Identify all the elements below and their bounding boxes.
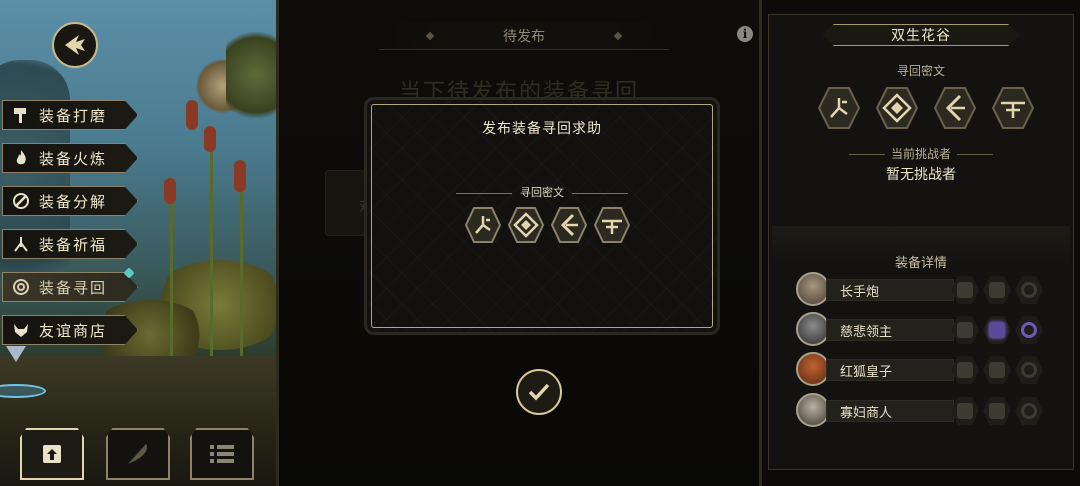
cipher-section-label: 寻回密文 bbox=[896, 64, 945, 78]
tab-publish[interactable] bbox=[20, 428, 84, 480]
plant-pod bbox=[234, 160, 246, 192]
weapon-slot-icon[interactable] bbox=[951, 316, 979, 344]
menu-item-label: 装备火炼 bbox=[39, 149, 108, 168]
confirm-button[interactable] bbox=[516, 369, 562, 415]
dialog-title: 发布装备寻回求助 bbox=[482, 121, 602, 137]
disassemble-icon bbox=[3, 192, 39, 210]
hero-row[interactable]: 寡妇商人 bbox=[796, 393, 1044, 427]
rune-eye-icon bbox=[875, 86, 919, 130]
cipher-rune-row bbox=[817, 86, 1035, 130]
equipment-detail-label: 装备详情 bbox=[894, 256, 947, 271]
location-banner: 双生花谷 bbox=[822, 24, 1020, 46]
ring-slot-icon[interactable] bbox=[1015, 397, 1043, 425]
tab-feather[interactable] bbox=[106, 428, 170, 480]
menu-item-label: 装备祈福 bbox=[39, 235, 108, 254]
rune-cross-icon[interactable] bbox=[593, 206, 631, 244]
menu-item-shop[interactable]: 友谊商店 bbox=[2, 315, 138, 345]
challenger-label: 当前挑战者 bbox=[762, 145, 1080, 162]
ring-slot-icon[interactable] bbox=[1015, 276, 1043, 304]
location-title: 双生花谷 bbox=[891, 28, 951, 44]
plant-pod bbox=[186, 100, 198, 130]
weapon-slot-icon[interactable] bbox=[951, 397, 979, 425]
flame-icon bbox=[3, 149, 39, 167]
rune-fork-icon[interactable] bbox=[464, 206, 502, 244]
hero-row[interactable]: 慈悲领主 bbox=[796, 312, 1044, 346]
hero-row[interactable]: 红狐皇子 bbox=[796, 352, 1044, 386]
scroll-down-indicator[interactable] bbox=[6, 346, 26, 362]
weapon-slot-icon[interactable] bbox=[951, 356, 979, 384]
hero-row[interactable]: 长手炮 bbox=[796, 272, 1044, 306]
armor-slot-icon[interactable] bbox=[983, 316, 1011, 344]
feather-icon bbox=[128, 444, 148, 464]
hero-longhand-cannon-avatar bbox=[796, 272, 830, 306]
menu-item-label: 装备打磨 bbox=[39, 106, 108, 125]
armor-slot-icon[interactable] bbox=[983, 276, 1011, 304]
tab-list[interactable] bbox=[190, 428, 254, 480]
challenger-value: 暂无挑战者 bbox=[886, 167, 956, 183]
hero-red-fox-prince-avatar bbox=[796, 352, 830, 386]
fox-icon bbox=[3, 321, 39, 339]
plant-stalk bbox=[170, 190, 173, 360]
rune-cross-icon bbox=[991, 86, 1035, 130]
weapon-slot-icon[interactable] bbox=[951, 276, 979, 304]
ring-slot-icon[interactable] bbox=[1015, 356, 1043, 384]
info-panel: 双生花谷 寻回密文 当前挑战者 暂无挑战者 装备详情 长手炮 慈悲领主 红狐皇子… bbox=[762, 0, 1080, 486]
tree-decoration bbox=[226, 20, 276, 130]
upload-icon bbox=[43, 445, 61, 463]
hero-name: 寡妇商人 bbox=[826, 400, 954, 422]
menu-item-label: 友谊商店 bbox=[39, 321, 108, 340]
menu-item-label: 装备分解 bbox=[39, 192, 108, 211]
hammer-icon bbox=[3, 106, 39, 124]
menu-item-polish[interactable]: 装备打磨 bbox=[2, 100, 138, 130]
checkmark-icon bbox=[528, 383, 550, 401]
plant-pod bbox=[164, 178, 176, 204]
publish-dialog: 发布装备寻回求助 寻回密文 bbox=[364, 97, 720, 335]
hero-widow-merchant-avatar bbox=[796, 393, 830, 427]
rune-axe-icon[interactable] bbox=[550, 206, 588, 244]
armor-slot-icon[interactable] bbox=[983, 356, 1011, 384]
back-arrow-icon bbox=[65, 35, 85, 55]
cipher-label: 寻回密文 bbox=[367, 184, 717, 200]
hero-name: 红狐皇子 bbox=[826, 359, 954, 381]
menu-item-label: 装备寻回 bbox=[39, 278, 108, 297]
target-icon bbox=[3, 278, 39, 296]
menu-item-pray[interactable]: 装备祈福 bbox=[2, 229, 138, 259]
plant-stalk bbox=[210, 140, 213, 360]
plant-pod bbox=[204, 126, 216, 152]
rune-fork-icon bbox=[817, 86, 861, 130]
cipher-rune-row bbox=[464, 206, 631, 244]
ring-slot-icon[interactable] bbox=[1015, 316, 1043, 344]
hero-name: 长手炮 bbox=[826, 279, 954, 301]
hero-mercy-lord-avatar bbox=[796, 312, 830, 346]
menu-item-retrieve[interactable]: 装备寻回 bbox=[2, 272, 138, 302]
pray-icon bbox=[3, 235, 39, 253]
rune-axe-icon bbox=[933, 86, 977, 130]
menu-item-forge[interactable]: 装备火炼 bbox=[2, 143, 138, 173]
plant-stalk bbox=[240, 180, 243, 360]
menu-item-disassemble[interactable]: 装备分解 bbox=[2, 186, 138, 216]
publish-panel: 待发布 i 当下待发布的装备寻回 双 发布装备寻回求助 寻回密文 bbox=[276, 0, 762, 486]
rune-eye-icon[interactable] bbox=[507, 206, 545, 244]
back-button[interactable] bbox=[52, 22, 98, 68]
hero-name: 慈悲领主 bbox=[826, 319, 954, 341]
armor-slot-icon[interactable] bbox=[983, 397, 1011, 425]
list-icon bbox=[210, 445, 234, 463]
